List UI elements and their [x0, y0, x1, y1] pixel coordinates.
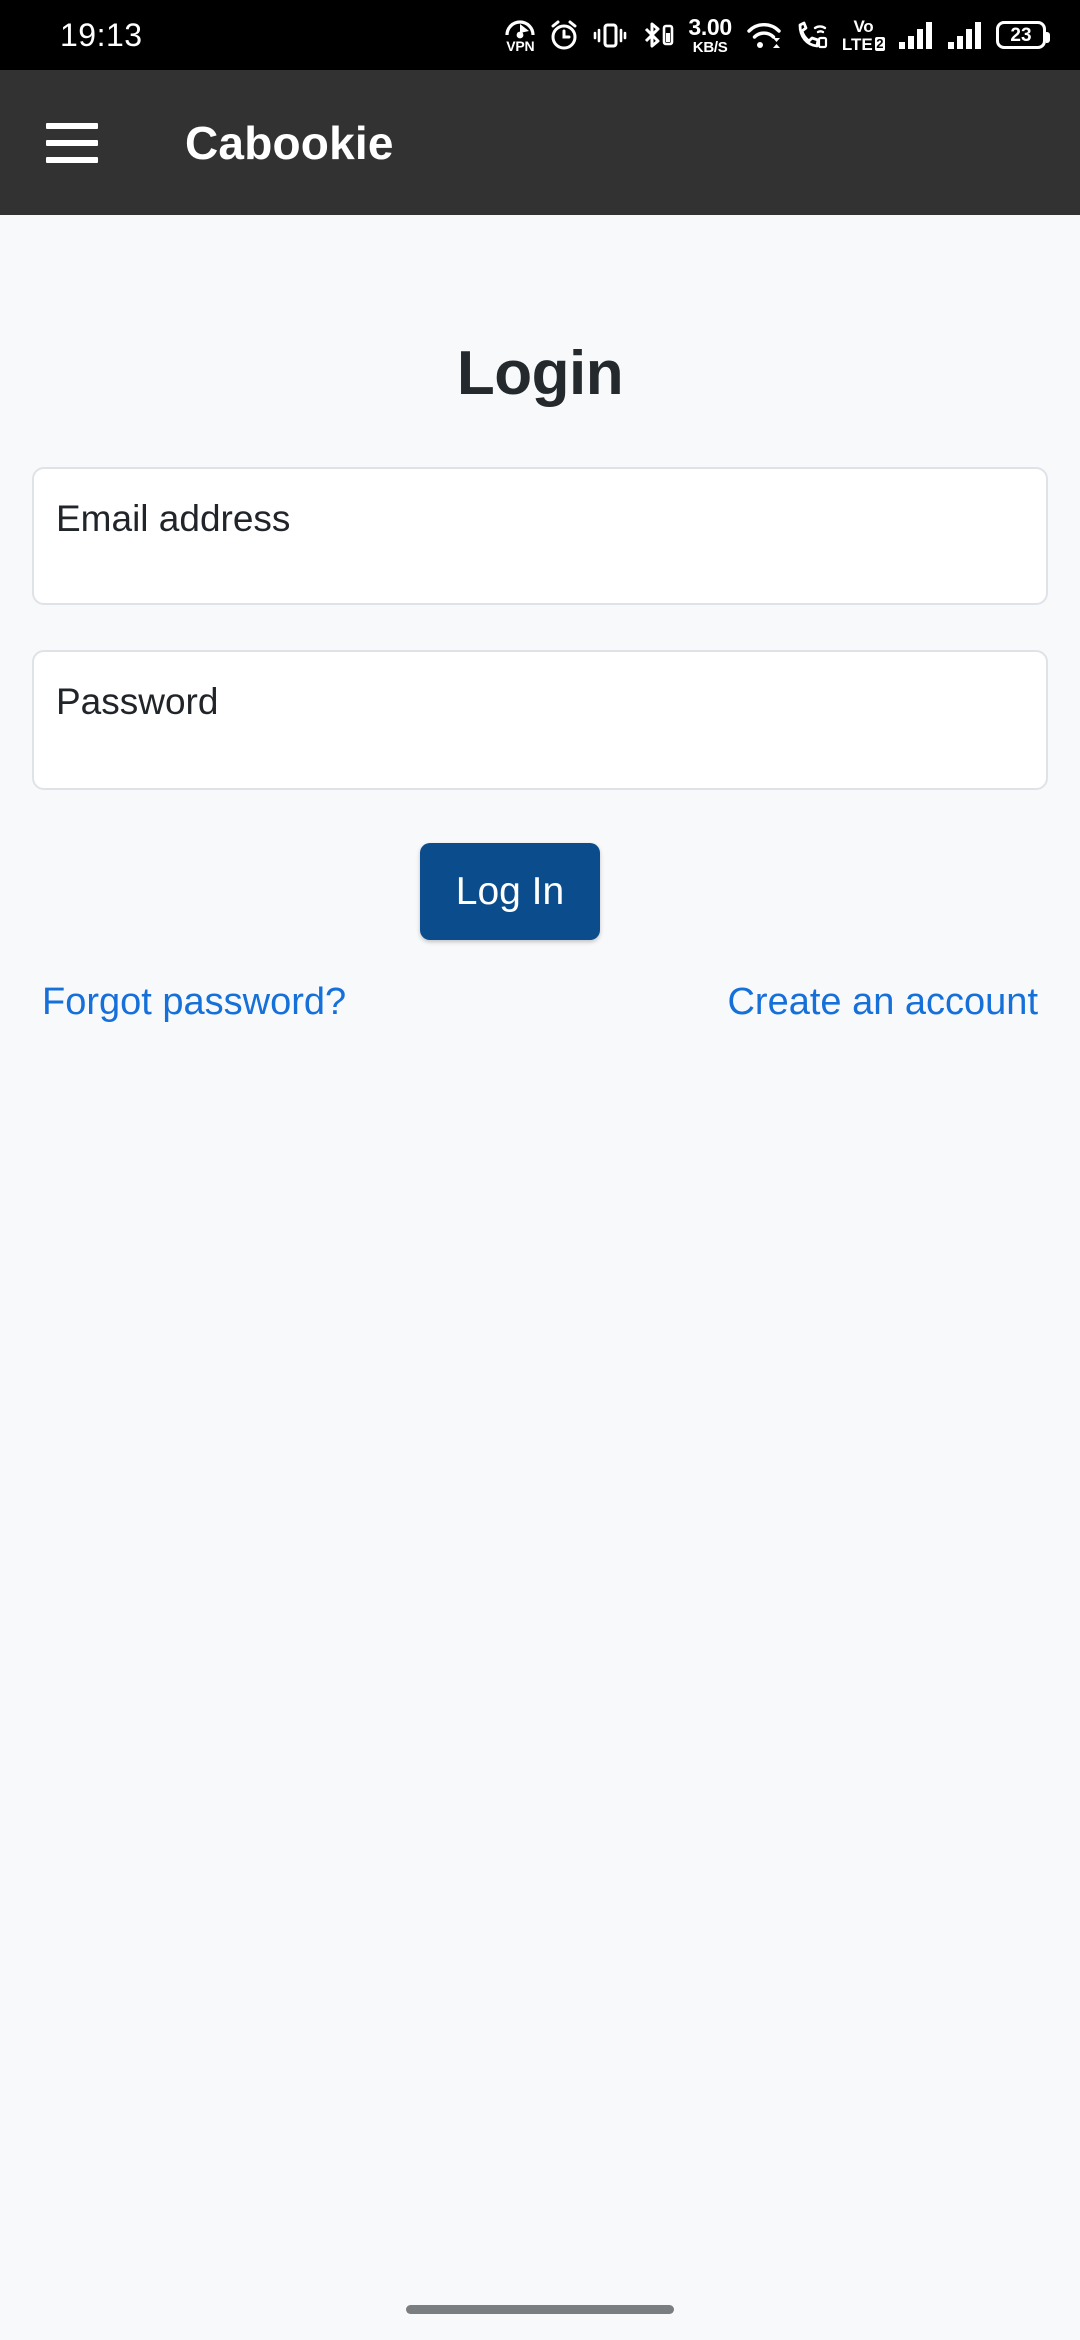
hamburger-line-3: [46, 156, 98, 163]
login-links-row: Forgot password? Create an account: [0, 980, 1080, 1026]
signal-bars-sim1-icon: [898, 13, 934, 57]
app-bar: Cabookie: [0, 70, 1080, 215]
status-bar-clock: 19:13: [60, 17, 143, 53]
login-page-content: Login Email address Password Log In Forg…: [0, 215, 1080, 2340]
email-field-label: Email address: [56, 498, 291, 539]
signal-bars-sim2-icon: [947, 13, 983, 57]
password-field[interactable]: Password: [32, 650, 1048, 790]
status-bar: 19:13 VPN 3.00 KB/S Vo LTE 2 23: [0, 0, 1080, 70]
vpn-icon: VPN: [505, 13, 535, 57]
alarm-icon: [548, 13, 580, 57]
app-title: Cabookie: [185, 116, 394, 169]
create-account-link[interactable]: Create an account: [727, 980, 1038, 1026]
system-gesture-bar[interactable]: [406, 2305, 674, 2314]
battery-icon: 23: [996, 13, 1050, 57]
wifi-icon: [746, 13, 782, 57]
forgot-password-link[interactable]: Forgot password?: [42, 980, 346, 1026]
volte-line1: Vo: [853, 16, 874, 36]
network-speed-value: 3.00: [688, 13, 732, 40]
battery-percent-label: 23: [1010, 24, 1032, 46]
phone-screen: 19:13 VPN 3.00 KB/S Vo LTE 2 23 Cabookie…: [0, 0, 1080, 2340]
volte-sim-number: 2: [874, 35, 885, 52]
hamburger-line-2: [46, 139, 98, 146]
email-field[interactable]: Email address: [32, 467, 1048, 605]
bluetooth-icon: [640, 13, 674, 57]
status-bar-icons: VPN 3.00 KB/S Vo LTE 2 23: [505, 13, 1050, 57]
vibrate-icon: [593, 13, 627, 57]
volte-line2: LTE: [841, 34, 873, 54]
hamburger-menu-icon[interactable]: [46, 122, 98, 163]
network-speed-indicator: 3.00 KB/S: [688, 13, 732, 57]
password-field-label: Password: [56, 681, 219, 722]
page-title: Login: [456, 339, 624, 408]
vpn-label: VPN: [506, 37, 535, 54]
login-button[interactable]: Log In: [420, 843, 600, 940]
network-speed-unit: KB/S: [692, 38, 728, 56]
wifi-calling-icon: [795, 13, 829, 57]
hamburger-line-1: [46, 122, 98, 129]
volte-icon: Vo LTE 2: [842, 13, 885, 57]
